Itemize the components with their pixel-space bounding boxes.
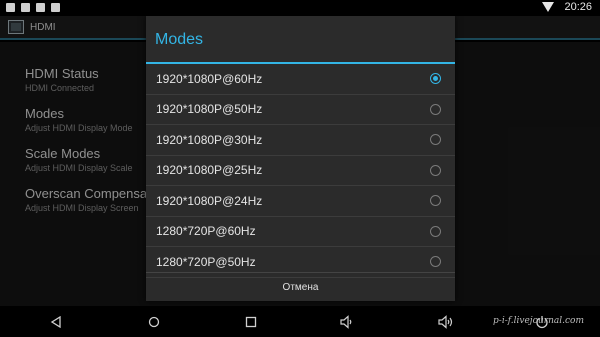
radio-icon[interactable] xyxy=(430,195,441,207)
mode-label: 1920*1080P@60Hz xyxy=(156,71,263,86)
volume-down-icon[interactable] xyxy=(335,306,359,337)
radio-selected-icon[interactable] xyxy=(430,73,441,85)
home-icon[interactable] xyxy=(142,306,166,337)
mode-option[interactable]: 1920*1080P@50Hz xyxy=(146,95,455,125)
bag-icon xyxy=(51,3,60,12)
mode-label: 1280*720P@50Hz xyxy=(156,254,256,269)
mode-label: 1920*1080P@25Hz xyxy=(156,163,263,178)
recents-icon[interactable] xyxy=(239,306,263,337)
mode-label: 1920*1080P@24Hz xyxy=(156,193,263,208)
radio-icon[interactable] xyxy=(430,225,441,237)
clipboard-icon xyxy=(21,3,30,12)
back-icon[interactable] xyxy=(44,306,68,337)
status-time: 20:26 xyxy=(564,1,592,13)
mode-option[interactable]: 1920*1080P@25Hz xyxy=(146,156,455,186)
mode-label: 1280*720P@60Hz xyxy=(156,224,256,239)
mode-option[interactable]: 1920*1080P@24Hz xyxy=(146,186,455,217)
cancel-button[interactable]: Отмена xyxy=(146,272,455,301)
mode-label: 1920*1080P@30Hz xyxy=(156,132,263,147)
status-bar: 20:26 xyxy=(0,0,600,16)
navigation-bar: p-i-f.livejournal.com xyxy=(0,306,600,337)
mode-list: 1920*1080P@60Hz 1920*1080P@50Hz 1920*108… xyxy=(146,64,455,278)
mode-label: 1920*1080P@50Hz xyxy=(156,102,263,117)
radio-icon[interactable] xyxy=(430,256,441,268)
wifi-icon xyxy=(542,2,555,12)
clipboard-check-icon xyxy=(36,3,45,12)
mode-option[interactable]: 1280*720P@60Hz xyxy=(146,217,455,247)
volume-up-icon[interactable] xyxy=(434,306,458,337)
radio-icon[interactable] xyxy=(430,164,441,176)
watermark: p-i-f.livejournal.com xyxy=(493,316,584,326)
image-icon xyxy=(6,3,15,12)
dialog-title: Modes xyxy=(146,16,455,64)
modes-dialog: Modes 1920*1080P@60Hz 1920*1080P@50Hz 19… xyxy=(146,16,455,301)
mode-option[interactable]: 1920*1080P@30Hz xyxy=(146,125,455,156)
radio-icon[interactable] xyxy=(430,103,441,115)
mode-option[interactable]: 1920*1080P@60Hz xyxy=(146,64,455,95)
radio-icon[interactable] xyxy=(430,134,441,146)
notification-icons xyxy=(6,3,60,12)
